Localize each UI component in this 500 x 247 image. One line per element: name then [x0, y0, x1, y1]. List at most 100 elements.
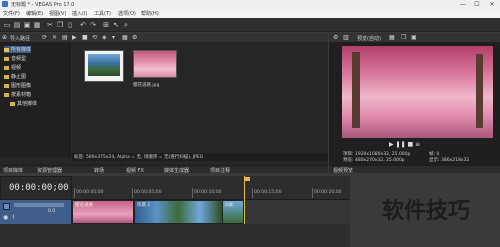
split-screen-icon[interactable]: ▥	[343, 34, 349, 41]
media-thumbnail-sakura[interactable]	[133, 50, 177, 78]
folder-icon	[4, 92, 9, 97]
pause-icon[interactable]: ❚❚	[396, 141, 406, 148]
snap-icon[interactable]: ⊞	[102, 21, 110, 29]
properties-icon[interactable]: ▦	[33, 21, 41, 29]
left-tab-strip: 项目媒体 资源管理器	[0, 165, 70, 174]
tree-item-all-media[interactable]: 所有媒体	[4, 46, 32, 53]
delete-icon[interactable]: ✕	[52, 34, 57, 41]
settings-icon[interactable]: ⚙	[132, 34, 137, 41]
preview-settings-icon[interactable]: ⚙	[333, 34, 338, 41]
stop-icon[interactable]: ■	[82, 34, 88, 41]
info-display: 显示: 386x218x32	[429, 158, 470, 163]
redo-icon[interactable]: ↷	[89, 21, 97, 29]
explorer-toolbar: ⊕ 导入路径 ⟳ ✕ ▤ ▶ ■ ⟲ ◈ ▾ ▦ ⚙	[0, 33, 328, 43]
paste-icon[interactable]: ▯	[66, 21, 74, 29]
solo-icon[interactable]: !	[12, 214, 14, 221]
tab-project-notes[interactable]: 项目注释	[210, 167, 230, 174]
open-icon[interactable]: ▤	[13, 21, 21, 29]
ruler-label: 00:00:20;00	[314, 190, 342, 195]
tag-icon[interactable]: ◈	[102, 34, 107, 41]
video-track-header[interactable]: 0.0 ◉ !	[0, 200, 72, 224]
folder-icon	[4, 56, 9, 61]
filter-icon[interactable]: ▾	[112, 34, 115, 41]
video-preview-panel: ⚙ ▥ 预览(自动) ▦ ❐ ▣ ▶ ❚❚ ■ ≡ 项目: 1920x1080x…	[329, 33, 500, 165]
refresh-icon[interactable]: ⟳	[42, 34, 47, 41]
search-icon[interactable]: ⌕	[122, 21, 130, 29]
tree-item-stills[interactable]: 静止图	[4, 73, 26, 80]
menu-icon[interactable]: ≡	[415, 141, 420, 148]
cut-icon[interactable]: ✂	[46, 21, 54, 29]
tab-media-generators[interactable]: 媒体生成器	[164, 167, 189, 174]
tree-item-audio[interactable]: 音频型	[4, 55, 26, 62]
track-number	[3, 203, 10, 210]
tab-project-media[interactable]: 项目媒体	[3, 167, 23, 174]
maximize-button[interactable]: ☐	[470, 0, 484, 9]
tree-item-graphics[interactable]: 图形图像	[4, 82, 31, 89]
main-toolbar: ▭ ▤ ▣ ▦ ✂ ❐ ▯ ↶ ↷ ⊞ ↖ ⌕	[0, 18, 500, 32]
menu-file[interactable]: 文件(F)	[3, 10, 20, 17]
ruler-label: 00:00:10;00	[194, 190, 222, 195]
menu-tools[interactable]: 工具(T)	[94, 10, 111, 17]
save-snapshot-icon[interactable]: ▣	[411, 34, 417, 41]
close-button[interactable]: ✕	[485, 0, 499, 9]
grid-icon[interactable]: ▦	[122, 34, 128, 41]
ruler-label: 00:00:00;00	[76, 190, 104, 195]
app-icon	[2, 1, 8, 7]
tree-item-video[interactable]: 视频	[4, 64, 21, 71]
media-status-bar: 标签: 500x375x24, Alpha = 无, 场顺序 = 无(逐行扫描)…	[72, 153, 328, 161]
tree-trunk	[476, 54, 483, 128]
select-tool-icon[interactable]: ↖	[112, 21, 120, 29]
play-icon[interactable]: ▶	[389, 141, 394, 148]
menu-options[interactable]: 选项(O)	[118, 10, 136, 17]
title-bar: 无标题 * - VEGAS Pro 17.0 — ☐ ✕	[0, 0, 500, 9]
ruler-label: 00:00:05;00	[134, 190, 162, 195]
new-project-icon[interactable]: ▭	[3, 21, 11, 29]
stop-icon[interactable]: ■	[408, 141, 414, 148]
copy-snapshot-icon[interactable]: ❐	[401, 34, 406, 41]
preview-transport: ▶ ❚❚ ■ ≡	[389, 141, 420, 148]
tree-item-bins[interactable]: 按素材箱	[4, 91, 31, 98]
folder-icon	[4, 83, 9, 88]
preview-toolbar: ⚙ ▥ 预览(自动) ▦ ❐ ▣	[329, 33, 500, 43]
views-icon[interactable]: ▤	[62, 34, 68, 41]
mute-icon[interactable]: ◉	[3, 214, 8, 221]
media-caption: 樱花道路.jpg	[133, 83, 160, 88]
tab-video-preview[interactable]: 视频预览	[333, 167, 353, 174]
undo-icon[interactable]: ↶	[79, 21, 87, 29]
media-tree: 所有媒体 音频型 视频 静止图 图形图像 按素材箱 其他媒体	[0, 43, 70, 157]
play-icon[interactable]: ▶	[72, 34, 77, 41]
timeline-clip-landscape[interactable]: 风景	[222, 200, 244, 224]
playhead-line	[244, 176, 245, 224]
folder-icon	[4, 74, 9, 79]
auto-preview-icon[interactable]: ⟲	[92, 34, 97, 41]
tab-explorer[interactable]: 资源管理器	[37, 167, 62, 174]
ruler-label: 00:00:15;00	[254, 190, 282, 195]
tab-transitions[interactable]: 转场	[94, 167, 104, 174]
preview-tab-strip: 视频预览	[329, 165, 500, 174]
menu-insert[interactable]: 插入(I)	[72, 10, 87, 17]
import-icon[interactable]: ⊕	[2, 34, 7, 41]
save-icon[interactable]: ▣	[23, 21, 31, 29]
menu-view[interactable]: 视图(V)	[49, 10, 66, 17]
menu-edit[interactable]: 编辑(E)	[26, 10, 43, 17]
preview-frame	[342, 46, 493, 138]
timecode-display: 00:00:00;00	[0, 176, 72, 200]
tab-video-fx[interactable]: 视频 FX	[126, 167, 144, 174]
menu-help[interactable]: 帮助(H)	[141, 10, 159, 17]
timecode-text: 00:00:00;00	[9, 183, 69, 193]
folder-icon	[10, 101, 15, 106]
folder-icon	[4, 47, 9, 52]
overlay-icon[interactable]: ▦	[389, 34, 395, 41]
video-track[interactable]: 樱花道路 风景 2 风景	[72, 176, 350, 224]
timeline-clip-sakura[interactable]: 樱花道路	[72, 200, 134, 224]
media-thumbnail-landscape[interactable]	[84, 50, 124, 82]
minimize-button[interactable]: —	[456, 0, 470, 9]
level-slider[interactable]	[14, 203, 64, 207]
timeline-ruler[interactable]: 00:00:00;00 00:00:05;00 00:00:10;00 00:0…	[72, 176, 350, 200]
copy-icon[interactable]: ❐	[56, 21, 64, 29]
import-path-label[interactable]: 导入路径	[10, 35, 30, 42]
level-value: 0.0	[48, 209, 56, 214]
tree-item-other[interactable]: 其他媒体	[10, 100, 37, 107]
info-preview: 预览: 480x270x32, 25.000p	[343, 158, 405, 163]
preview-quality-label[interactable]: 预览(自动)	[357, 35, 381, 42]
